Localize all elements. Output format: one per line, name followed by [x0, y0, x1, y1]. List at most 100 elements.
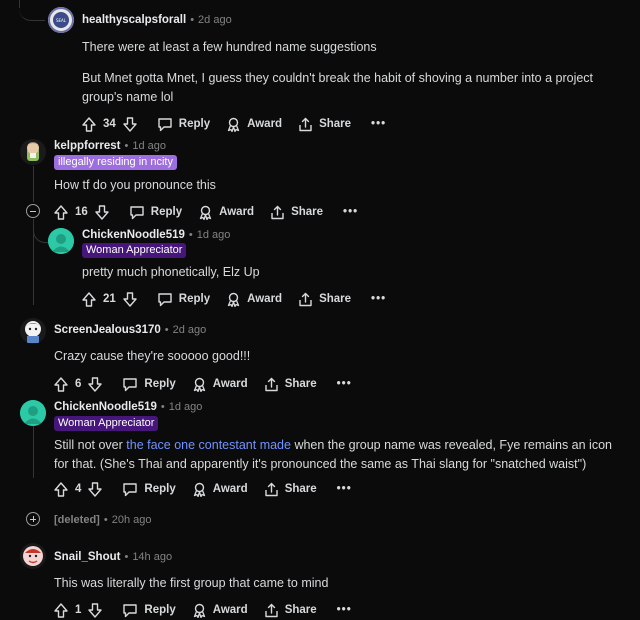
- author-name[interactable]: kelppforrest: [54, 140, 120, 152]
- thread-line: [33, 420, 34, 478]
- vote-group: 6: [54, 376, 103, 392]
- reply-label: Reply: [178, 293, 211, 305]
- comment-paragraph: There were at least a few hundred name s…: [82, 40, 377, 54]
- avatar[interactable]: [20, 139, 46, 165]
- comment-text: Still not over: [54, 438, 127, 452]
- award-icon: [192, 377, 207, 392]
- upvote-icon[interactable]: [82, 291, 96, 307]
- reply-button[interactable]: Reply: [122, 482, 176, 497]
- vote-group: 34: [82, 116, 137, 132]
- timestamp[interactable]: 20h ago: [112, 514, 152, 526]
- reply-button[interactable]: Reply: [122, 377, 176, 392]
- more-options-button[interactable]: •••: [371, 118, 386, 130]
- avatar[interactable]: SEAL: [48, 7, 74, 33]
- reply-button[interactable]: Reply: [122, 603, 176, 618]
- reply-icon: [122, 482, 138, 497]
- timestamp[interactable]: 1d ago: [132, 140, 166, 152]
- avatar[interactable]: [20, 543, 46, 569]
- upvote-icon[interactable]: [54, 376, 68, 392]
- comment-actions: 16 Reply Award Share •••: [54, 203, 358, 221]
- comment-meta: kelppforrest • 1d ago: [54, 140, 166, 152]
- vote-count: 16: [75, 206, 88, 218]
- comment-meta: Snail_Shout • 14h ago: [54, 551, 172, 563]
- comment-actions: 1 Reply Award Share •••: [54, 601, 352, 619]
- avatar[interactable]: [48, 228, 74, 254]
- author-name[interactable]: healthyscalpsforall: [82, 14, 186, 26]
- award-button[interactable]: Award: [198, 205, 254, 220]
- downvote-icon[interactable]: [95, 204, 109, 220]
- user-flair: illegally residing in ncity: [54, 155, 177, 170]
- more-options-button[interactable]: •••: [337, 483, 352, 495]
- share-label: Share: [319, 118, 352, 130]
- downvote-icon[interactable]: [123, 116, 137, 132]
- downvote-icon[interactable]: [123, 291, 137, 307]
- reply-icon: [129, 205, 145, 220]
- downvote-icon[interactable]: [88, 481, 103, 497]
- author-name[interactable]: ScreenJealous3170: [54, 324, 161, 336]
- more-options-button[interactable]: •••: [337, 378, 352, 390]
- vote-count: 4: [75, 483, 82, 495]
- comment-link[interactable]: the face one contestant made: [126, 438, 291, 452]
- downvote-icon[interactable]: [88, 602, 103, 618]
- comment-paragraph: Crazy cause they're sooooo good!!!: [54, 349, 251, 363]
- comment-body: This was literally the first group that …: [54, 574, 624, 593]
- downvote-icon[interactable]: [88, 376, 103, 392]
- avatar[interactable]: [20, 400, 46, 426]
- share-button[interactable]: Share: [264, 482, 317, 497]
- comment-actions: 4 Reply Award Share •••: [54, 480, 352, 498]
- upvote-icon[interactable]: [54, 481, 68, 497]
- timestamp[interactable]: 2d ago: [173, 324, 207, 336]
- vote-group: 16: [54, 204, 109, 220]
- share-icon: [298, 292, 313, 307]
- share-icon: [270, 205, 285, 220]
- timestamp[interactable]: 1d ago: [169, 401, 203, 413]
- more-options-button[interactable]: •••: [371, 293, 386, 305]
- comment-body: There were at least a few hundred name s…: [82, 38, 632, 107]
- award-icon: [192, 482, 207, 497]
- user-flair: Woman Appreciator: [82, 243, 187, 258]
- reply-icon: [157, 292, 173, 307]
- share-button[interactable]: Share: [298, 117, 351, 132]
- comment-meta: ChickenNoodle519 • 1d ago: [82, 229, 230, 241]
- upvote-icon[interactable]: [54, 602, 68, 618]
- reply-button[interactable]: Reply: [129, 205, 182, 220]
- share-button[interactable]: Share: [264, 377, 317, 392]
- share-button[interactable]: Share: [264, 603, 317, 618]
- award-button[interactable]: Award: [192, 603, 248, 618]
- thread-elbow: [19, 0, 45, 21]
- upvote-icon[interactable]: [82, 116, 96, 132]
- award-button[interactable]: Award: [192, 482, 248, 497]
- separator-dot: •: [103, 514, 108, 526]
- upvote-icon[interactable]: [54, 204, 68, 220]
- timestamp[interactable]: 2d ago: [198, 14, 232, 26]
- reply-button[interactable]: Reply: [157, 292, 210, 307]
- reply-button[interactable]: Reply: [157, 117, 210, 132]
- separator-dot: •: [160, 401, 165, 413]
- award-label: Award: [212, 378, 248, 390]
- timestamp[interactable]: 1d ago: [197, 229, 231, 241]
- user-flair: Woman Appreciator: [54, 416, 159, 431]
- author-name[interactable]: ChickenNoodle519: [82, 229, 185, 241]
- author-name[interactable]: ChickenNoodle519: [54, 401, 157, 413]
- share-icon: [264, 482, 279, 497]
- comment-actions: 6 Reply Award Share •••: [54, 375, 352, 393]
- award-button[interactable]: Award: [226, 117, 282, 132]
- share-button[interactable]: Share: [298, 292, 351, 307]
- comment-paragraph: This was literally the first group that …: [54, 576, 329, 590]
- collapse-thread-button[interactable]: [26, 204, 40, 218]
- author-name[interactable]: Snail_Shout: [54, 551, 120, 563]
- comment-paragraph: But Mnet gotta Mnet, I guess they couldn…: [82, 71, 594, 104]
- award-label: Award: [247, 118, 283, 130]
- expand-thread-button[interactable]: [26, 512, 40, 526]
- share-icon: [264, 377, 279, 392]
- timestamp[interactable]: 14h ago: [132, 551, 172, 563]
- more-options-button[interactable]: •••: [343, 206, 358, 218]
- share-button[interactable]: Share: [270, 205, 323, 220]
- award-button[interactable]: Award: [192, 377, 248, 392]
- comment-body: How tf do you pronounce this: [54, 176, 624, 195]
- award-button[interactable]: Award: [226, 292, 282, 307]
- more-options-button[interactable]: •••: [337, 604, 352, 616]
- avatar[interactable]: [20, 318, 46, 344]
- share-label: Share: [284, 604, 317, 616]
- separator-dot: •: [124, 140, 129, 152]
